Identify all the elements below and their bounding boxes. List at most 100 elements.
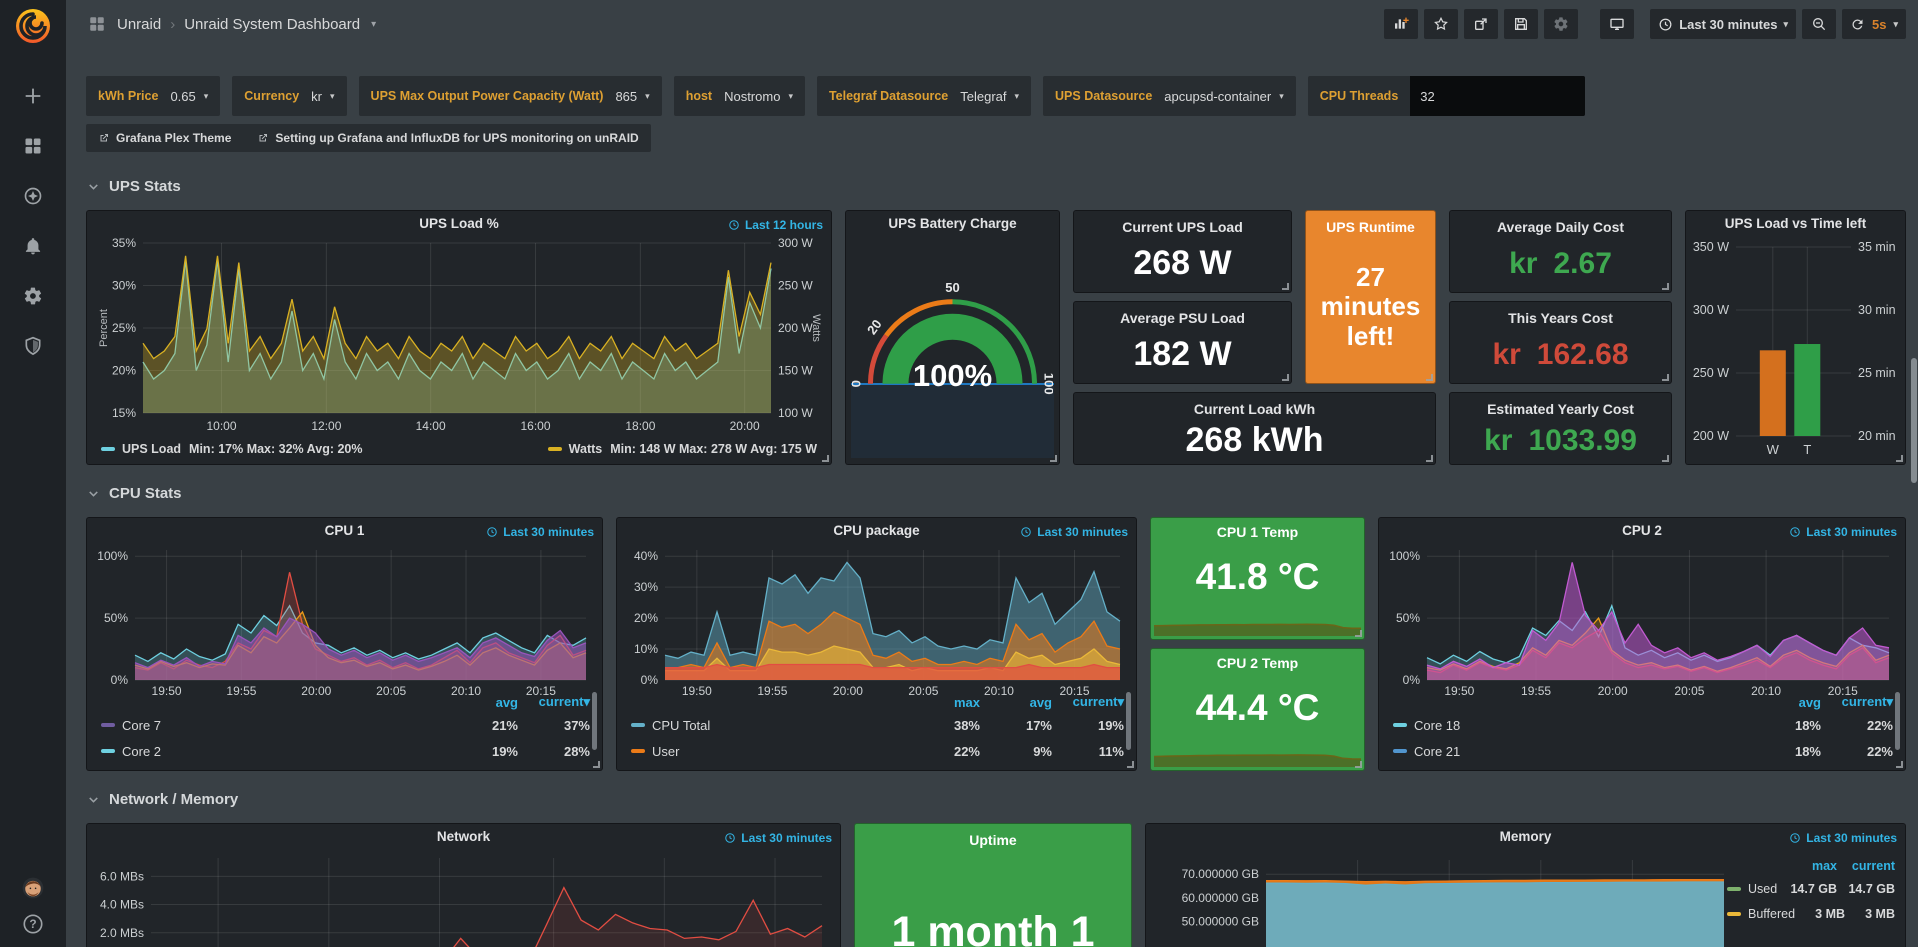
panel-time-range[interactable]: Last 30 minutes — [1789, 525, 1897, 539]
panel-resize-handle[interactable] — [1896, 761, 1903, 768]
panel-title[interactable]: UPS Load % — [87, 216, 831, 231]
panel-title[interactable]: Current UPS Load — [1122, 219, 1243, 235]
explore-compass-icon[interactable] — [22, 185, 44, 207]
alerting-bell-icon[interactable] — [22, 235, 44, 257]
scrollbar-thumb[interactable] — [1911, 358, 1917, 483]
variable-value[interactable]: 0.65▾ — [170, 89, 208, 104]
breadcrumb-folder[interactable]: Unraid — [117, 16, 161, 33]
panel-resize-handle[interactable] — [1662, 455, 1669, 462]
help-icon[interactable] — [22, 913, 44, 935]
panel-resize-handle[interactable] — [822, 455, 829, 462]
variable-telegraf-datasource[interactable]: Telegraf Datasource Telegraf▾ — [817, 76, 1031, 116]
legend-header[interactable]: avgcurrent▾ — [101, 692, 590, 712]
panel-resize-handle[interactable] — [1355, 761, 1362, 768]
panel-time-range[interactable]: Last 30 minutes — [1789, 831, 1897, 845]
panel-resize-handle[interactable] — [1127, 761, 1134, 768]
refresh-interval-label[interactable]: 5s — [1872, 17, 1886, 32]
legend-series-name[interactable]: Core 2 — [101, 744, 446, 759]
legend-series-name[interactable]: User — [631, 744, 908, 759]
chevron-down-icon[interactable]: ▾ — [371, 19, 376, 30]
panel-title[interactable]: UPS Load vs Time left — [1686, 216, 1905, 231]
variable-value[interactable]: 865▾ — [615, 89, 649, 104]
cpu-package-chart[interactable]: 19:5019:5520:0020:0520:1020:150%10%20%30… — [625, 544, 1128, 700]
add-panel-button[interactable] — [1384, 9, 1418, 39]
variable-kwh-price[interactable]: kWh Price 0.65▾ — [86, 76, 220, 116]
panel-resize-handle[interactable] — [1662, 374, 1669, 381]
legend-header[interactable]: maxavgcurrent▾ — [631, 692, 1124, 712]
panel-time-range[interactable]: Last 30 minutes — [486, 525, 594, 539]
time-range-picker[interactable]: Last 30 minutes ▾ — [1650, 9, 1796, 39]
dashboards-icon[interactable] — [22, 135, 44, 157]
legend-series-name[interactable]: Core 7 — [101, 718, 446, 733]
cpu2-chart[interactable]: 19:5019:5520:0020:0520:1020:150%50%100% — [1387, 544, 1897, 700]
legend-scrollbar[interactable] — [1895, 692, 1900, 750]
panel-title[interactable]: Average Daily Cost — [1497, 219, 1624, 235]
variable-value[interactable]: Nostromo▾ — [724, 89, 793, 104]
battery-gauge[interactable]: 02050100100% — [852, 233, 1053, 458]
page-scrollbar[interactable] — [1910, 0, 1918, 947]
panel-title[interactable]: Estimated Yearly Cost — [1487, 401, 1634, 417]
panel-title[interactable]: UPS Runtime — [1326, 219, 1415, 235]
section-cpu-stats[interactable]: CPU Stats — [86, 483, 1906, 503]
network-chart[interactable]: 2.0 MBs4.0 MBs6.0 MBs — [95, 850, 832, 947]
legend-series-name[interactable]: Used — [1727, 882, 1779, 896]
grafana-logo[interactable] — [12, 5, 54, 47]
zoom-out-button[interactable] — [1802, 9, 1836, 39]
variable-value[interactable]: apcupsd-container▾ — [1164, 89, 1284, 104]
create-icon[interactable] — [22, 85, 44, 107]
panel-resize-handle[interactable] — [1426, 374, 1433, 381]
legend-series-name[interactable]: Buffered — [1727, 907, 1795, 921]
panel-resize-handle[interactable] — [1050, 455, 1057, 462]
section-ups-stats[interactable]: UPS Stats — [86, 176, 1906, 196]
section-network-memory[interactable]: Network / Memory — [86, 789, 1906, 809]
variable-host[interactable]: host Nostromo▾ — [674, 76, 805, 116]
user-avatar[interactable] — [22, 877, 44, 899]
panel-resize-handle[interactable] — [1282, 283, 1289, 290]
cpu1-chart[interactable]: 19:5019:5520:0020:0520:1020:150%50%100% — [95, 544, 594, 700]
legend-series-name[interactable]: Core 18 — [1393, 718, 1749, 733]
dashboard-grid-icon[interactable] — [86, 13, 108, 35]
panel-time-range[interactable]: Last 12 hours — [728, 218, 823, 232]
panel-time-range[interactable]: Last 30 minutes — [724, 831, 832, 845]
panel-time-range[interactable]: Last 30 minutes — [1020, 525, 1128, 539]
panel-resize-handle[interactable] — [1426, 455, 1433, 462]
panel-title[interactable]: UPS Battery Charge — [846, 216, 1059, 231]
breadcrumb-dashboard[interactable]: Unraid System Dashboard — [184, 16, 360, 33]
panel-title[interactable]: Uptime — [969, 832, 1016, 848]
panel-resize-handle[interactable] — [1282, 374, 1289, 381]
panel-title[interactable]: CPU 2 Temp — [1217, 655, 1298, 671]
panel-resize-handle[interactable] — [1896, 455, 1903, 462]
legend-header[interactable]: maxcurrent — [1727, 856, 1895, 876]
memory-chart[interactable]: 50.000000 GB60.000000 GB70.000000 GB — [1154, 850, 1730, 947]
panel-title[interactable]: CPU 1 Temp — [1217, 524, 1298, 540]
legend-item[interactable]: WattsMin: 148 W Max: 278 W Avg: 175 W — [548, 442, 817, 456]
cpu-threads-input[interactable] — [1410, 76, 1585, 116]
variable-ups-max-output[interactable]: UPS Max Output Power Capacity (Watt) 865… — [359, 76, 662, 116]
legend-header[interactable]: avgcurrent▾ — [1393, 692, 1893, 712]
refresh-icon[interactable] — [1850, 17, 1865, 32]
configuration-gear-icon[interactable] — [22, 285, 44, 307]
dashboard-settings-button[interactable] — [1544, 9, 1578, 39]
variable-currency[interactable]: Currency kr▾ — [232, 76, 346, 116]
legend-scrollbar[interactable] — [592, 692, 597, 750]
panel-resize-handle[interactable] — [1662, 283, 1669, 290]
panel-title[interactable]: This Years Cost — [1508, 310, 1613, 326]
variable-value[interactable]: Telegraf▾ — [960, 89, 1019, 104]
legend-series-name[interactable]: Core 21 — [1393, 744, 1749, 759]
star-dashboard-button[interactable] — [1424, 9, 1458, 39]
load-vs-time-chart[interactable]: 200 W20 min250 W25 min300 W30 min350 W35… — [1692, 233, 1899, 458]
refresh-picker[interactable]: 5s ▾ — [1842, 9, 1906, 39]
link-grafana-plex-theme[interactable]: Grafana Plex Theme — [98, 131, 231, 145]
panel-resize-handle[interactable] — [593, 761, 600, 768]
panel-resize-handle[interactable] — [1355, 630, 1362, 637]
legend-series-name[interactable]: CPU Total — [631, 718, 908, 733]
server-admin-shield-icon[interactable] — [22, 335, 44, 357]
legend-item[interactable]: UPS LoadMin: 17% Max: 32% Avg: 20% — [101, 442, 362, 456]
link-ups-monitoring-guide[interactable]: Setting up Grafana and InfluxDB for UPS … — [257, 131, 638, 145]
save-dashboard-button[interactable] — [1504, 9, 1538, 39]
ups-load-chart[interactable]: 10:0012:0014:0016:0018:0020:0015%20%25%3… — [97, 235, 821, 435]
variable-ups-datasource[interactable]: UPS Datasource apcupsd-container▾ — [1043, 76, 1296, 116]
legend-scrollbar[interactable] — [1126, 692, 1131, 750]
variable-value[interactable]: kr▾ — [311, 89, 334, 104]
share-dashboard-button[interactable] — [1464, 9, 1498, 39]
